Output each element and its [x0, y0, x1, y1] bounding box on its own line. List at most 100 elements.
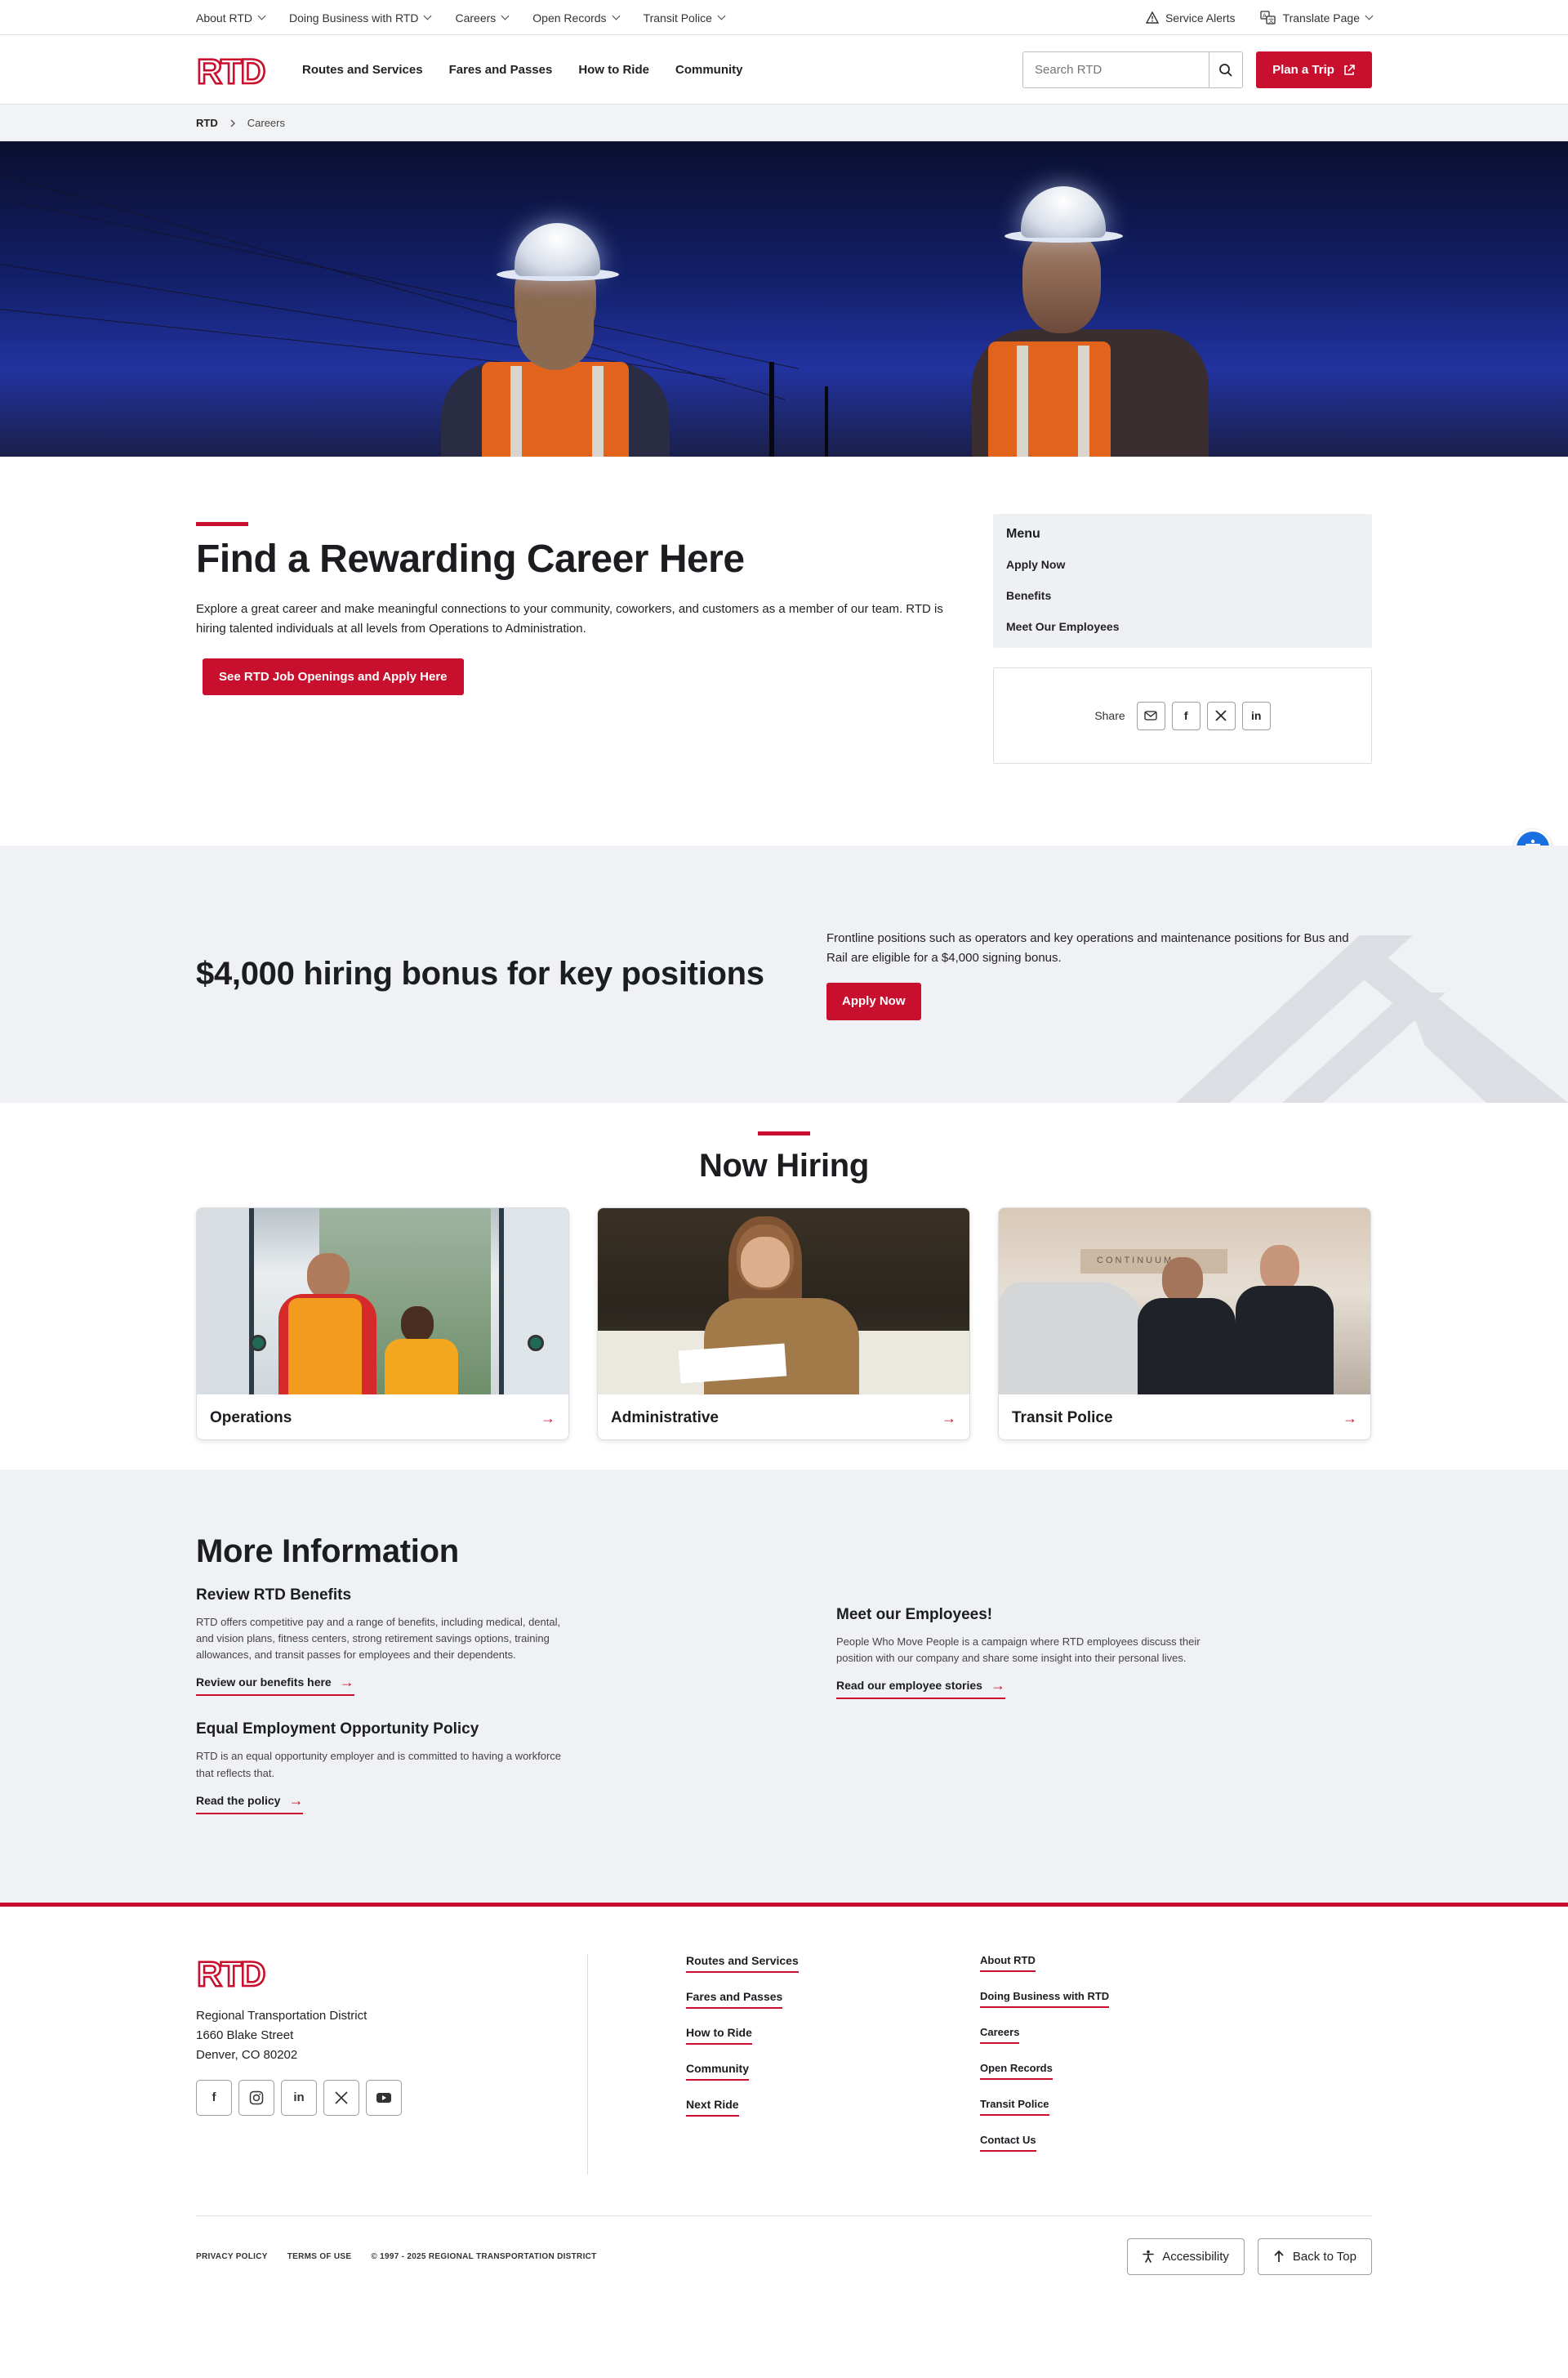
nav-routes-and-services[interactable]: Routes and Services [302, 63, 423, 77]
building-facade: CONTINUUM [1080, 1249, 1227, 1274]
card-operations[interactable]: Operations → [196, 1207, 569, 1440]
hard-hat [514, 223, 600, 276]
footer-link-how-to-ride[interactable]: How to Ride [686, 2026, 752, 2045]
person-head [307, 1253, 350, 1299]
footer-grid: RTD Regional Transportation District 166… [196, 1953, 1372, 2175]
plan-a-trip-button[interactable]: Plan a Trip [1256, 51, 1372, 88]
footer-link-doing-business[interactable]: Doing Business with RTD [980, 1990, 1110, 2008]
operations-photo [197, 1208, 568, 1394]
footer: RTD Regional Transportation District 166… [0, 1902, 1568, 2297]
more-information-grid: Review RTD Benefits RTD offers competiti… [196, 1586, 1372, 1839]
person-head [401, 1306, 434, 1342]
more-information-section: More Information Review RTD Benefits RTD… [0, 1470, 1568, 1903]
apply-now-button[interactable]: Apply Now [826, 982, 921, 1020]
footer-link-fares[interactable]: Fares and Passes [686, 1990, 783, 2009]
legal-links: PRIVACY POLICY TERMS OF USE © 1997 - 202… [196, 2252, 597, 2261]
search-input[interactable] [1023, 52, 1209, 87]
translate-page-dropdown[interactable]: A文 Translate Page [1259, 10, 1374, 25]
accessibility-button[interactable]: Accessibility [1127, 2237, 1245, 2275]
benefits-text: RTD offers competitive pay and a range o… [196, 1616, 561, 1662]
x-link[interactable] [323, 2079, 359, 2116]
menu-item-benefits[interactable]: Benefits [1006, 589, 1359, 602]
back-to-top-button[interactable]: Back to Top [1257, 2237, 1372, 2275]
arrow-right-icon: → [1343, 1409, 1357, 1426]
footer-link-careers[interactable]: Careers [980, 2026, 1020, 2044]
utility-label: Open Records [532, 11, 607, 25]
nav-how-to-ride[interactable]: How to Ride [578, 63, 649, 77]
svg-text:文: 文 [1268, 16, 1274, 24]
linkedin-link[interactable]: in [281, 2079, 317, 2116]
utility-item-open-records[interactable]: Open Records [532, 11, 621, 25]
footer-rtd-logo[interactable]: RTD [196, 1954, 276, 1992]
youtube-link[interactable] [366, 2079, 402, 2116]
instagram-link[interactable] [238, 2079, 274, 2116]
eeo-policy-link[interactable]: Read the policy → [196, 1793, 304, 1814]
service-alerts-link[interactable]: Service Alerts [1145, 11, 1236, 25]
intro-main: Find a Rewarding Career Here Explore a g… [196, 522, 965, 764]
arrow-right-icon: → [990, 1677, 1005, 1694]
pole [769, 362, 774, 457]
bonus-content: Frontline positions such as operators an… [792, 929, 1372, 1020]
footer-link-about[interactable]: About RTD [980, 1954, 1036, 1972]
footer-link-community[interactable]: Community [686, 2062, 749, 2081]
utility-right: Service Alerts A文 Translate Page [1145, 10, 1374, 25]
nav-fares-and-passes[interactable]: Fares and Passes [449, 63, 553, 77]
safety-vest [288, 1298, 362, 1394]
utility-label: Doing Business with RTD [289, 11, 419, 25]
benefits-link[interactable]: Review our benefits here → [196, 1675, 354, 1697]
person-head [1162, 1257, 1203, 1303]
card-administrative[interactable]: Administrative → [597, 1207, 970, 1440]
more-left-column: Review RTD Benefits RTD offers competiti… [196, 1586, 836, 1839]
now-hiring-title: Now Hiring [698, 1148, 870, 1184]
footer-link-next-ride[interactable]: Next Ride [686, 2098, 739, 2117]
privacy-policy-link[interactable]: PRIVACY POLICY [196, 2252, 268, 2261]
card-transit-police[interactable]: CONTINUUM Transit Police → [998, 1207, 1371, 1440]
utility-item-careers[interactable]: Careers [455, 11, 510, 25]
utility-item-about[interactable]: About RTD [196, 11, 266, 25]
email-icon [1144, 711, 1157, 721]
footer-link-contact-us[interactable]: Contact Us [980, 2134, 1036, 2152]
facebook-link[interactable]: f [196, 2079, 232, 2116]
pole [825, 386, 828, 457]
terms-of-use-link[interactable]: TERMS OF USE [287, 2252, 352, 2261]
nav-community[interactable]: Community [675, 63, 743, 77]
copyright: © 1997 - 2025 REGIONAL TRANSPORTATION DI… [371, 2251, 597, 2261]
page-menu: Menu Apply Now Benefits Meet Our Employe… [993, 514, 1372, 648]
menu-item-apply-now[interactable]: Apply Now [1006, 558, 1359, 571]
footer-link-transit-police[interactable]: Transit Police [980, 2098, 1049, 2116]
share-linkedin-button[interactable]: in [1241, 701, 1271, 730]
breadcrumb-home[interactable]: RTD [196, 117, 218, 129]
accent-bar [196, 522, 248, 526]
footer-links: About RTD Doing Business with RTD Career… [980, 1954, 1372, 2170]
menu-item-meet-our-employees[interactable]: Meet Our Employees [1006, 620, 1359, 633]
x-icon [1215, 710, 1227, 721]
utility-item-transit-police[interactable]: Transit Police [643, 11, 726, 25]
benefits-title: Review RTD Benefits [196, 1586, 352, 1604]
footer-link-routes[interactable]: Routes and Services [686, 1954, 799, 1973]
worker-figure [433, 141, 678, 457]
chevron-right-icon [230, 119, 235, 127]
chevron-down-icon [257, 11, 266, 20]
utility-label: Transit Police [643, 11, 712, 25]
job-openings-button[interactable]: See RTD Job Openings and Apply Here [203, 658, 464, 695]
benefits-link-label: Review our benefits here [196, 1675, 332, 1689]
search-button[interactable] [1209, 52, 1242, 87]
x-icon [335, 2091, 348, 2104]
person-head [1260, 1245, 1299, 1291]
share-box: Share f in [993, 667, 1372, 764]
share-x-button[interactable] [1206, 701, 1236, 730]
footer-link-open-records[interactable]: Open Records [980, 2062, 1053, 2080]
bonus-text: Frontline positions such as operators an… [826, 930, 1349, 965]
back-to-top-label: Back to Top [1292, 2249, 1356, 2264]
vest-stripe [1017, 346, 1028, 457]
utility-item-business[interactable]: Doing Business with RTD [289, 11, 432, 25]
svg-text:RTD: RTD [197, 1955, 265, 1992]
employee-stories-link[interactable]: Read our employee stories → [836, 1677, 1005, 1700]
rtd-logo[interactable]: RTD [196, 51, 276, 89]
share-email-button[interactable] [1136, 701, 1165, 730]
share-facebook-button[interactable]: f [1171, 701, 1200, 730]
building-sign: CONTINUUM [1097, 1256, 1174, 1265]
police-uniform [1138, 1298, 1236, 1394]
linkedin-icon: in [1250, 709, 1262, 722]
card-label: Administrative [611, 1408, 719, 1426]
